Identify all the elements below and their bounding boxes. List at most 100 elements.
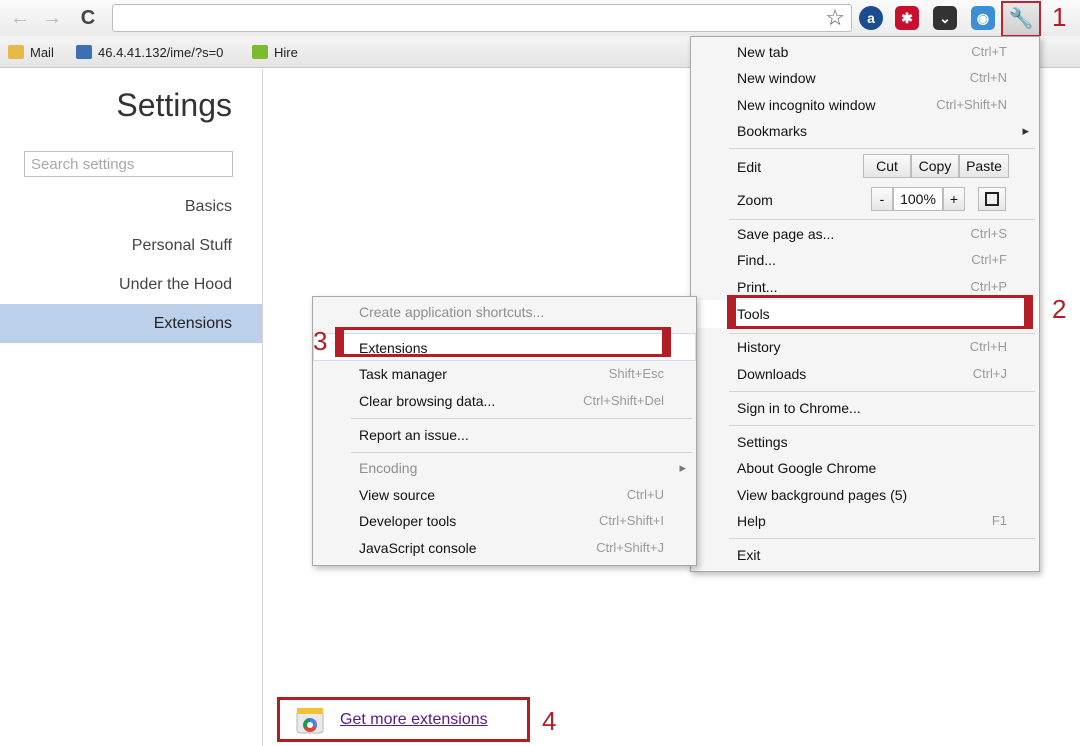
chrome-menu: New tab Ctrl+T New window Ctrl+N New inc…	[690, 36, 1040, 572]
menu-view-source[interactable]: View source Ctrl+U	[313, 482, 696, 508]
search-settings-input[interactable]	[24, 151, 233, 177]
get-more-extensions-link[interactable]: Get more extensions	[340, 711, 488, 729]
wrench-icon: 🔧	[1008, 8, 1034, 30]
menu-background-pages[interactable]: View background pages (5)	[691, 482, 1039, 508]
menu-label: View background pages (5)	[737, 487, 908, 503]
callout-2: 2	[1052, 294, 1067, 324]
menu-save-page-as[interactable]: Save page as... Ctrl+S	[691, 221, 1039, 247]
menu-label: Task manager	[359, 366, 447, 382]
menu-new-incognito-window[interactable]: New incognito window Ctrl+Shift+N	[691, 92, 1039, 118]
menu-about-chrome[interactable]: About Google Chrome	[691, 455, 1039, 481]
bookmark-star-icon[interactable]: ☆	[825, 6, 845, 30]
menu-label: New window	[737, 70, 816, 86]
menu-developer-tools[interactable]: Developer tools Ctrl+Shift+I	[313, 508, 696, 534]
page-title: Settings	[116, 87, 232, 123]
menu-create-app-shortcuts: Create application shortcuts...	[313, 299, 696, 325]
menu-report-issue[interactable]: Report an issue...	[313, 422, 696, 448]
bookmark-hire[interactable]: Hire	[252, 42, 298, 62]
bookmark-label: Mail	[30, 44, 54, 60]
menu-clear-browsing-data[interactable]: Clear browsing data... Ctrl+Shift+Del	[313, 388, 696, 414]
back-icon[interactable]: ←	[8, 6, 32, 30]
tools-highlight-bar-left	[727, 295, 736, 329]
nav-item-basics[interactable]: Basics	[0, 187, 262, 226]
menu-shortcut: Shift+Esc	[608, 366, 664, 381]
menu-edit-row: Edit Cut Copy Paste	[691, 152, 1039, 182]
menu-shortcut: Ctrl+N	[969, 70, 1007, 85]
menu-label: Help	[737, 513, 766, 529]
menu-separator	[729, 538, 1035, 539]
extensions-highlight-bar-right	[662, 327, 671, 357]
nav-item-personal-stuff[interactable]: Personal Stuff	[0, 226, 262, 265]
menu-sign-in[interactable]: Sign in to Chrome...	[691, 395, 1039, 421]
paste-button[interactable]: Paste	[959, 154, 1009, 178]
menu-shortcut: Ctrl+Shift+I	[598, 513, 664, 528]
menu-separator	[351, 452, 692, 453]
zoom-level: 100%	[893, 187, 943, 211]
menu-separator	[351, 418, 692, 419]
fullscreen-icon	[985, 192, 999, 206]
menu-zoom-row: Zoom - 100% +	[691, 185, 1039, 215]
wrench-menu-button[interactable]: 🔧	[1001, 1, 1041, 37]
menu-find[interactable]: Find... Ctrl+F	[691, 247, 1039, 273]
cut-button[interactable]: Cut	[863, 154, 911, 178]
menu-label: New incognito window	[737, 97, 876, 113]
nav-item-under-the-hood[interactable]: Under the Hood	[0, 265, 262, 304]
calendar-icon	[76, 45, 92, 59]
menu-label: History	[737, 339, 781, 355]
zoom-out-button[interactable]: -	[871, 187, 893, 211]
menu-exit[interactable]: Exit	[691, 542, 1039, 568]
bookmark-ime[interactable]: 46.4.41.132/ime/?s=0	[76, 42, 223, 62]
menu-label: Downloads	[737, 366, 807, 382]
settings-sidebar: Settings Basics Personal Stuff Under the…	[0, 69, 263, 746]
menu-separator	[729, 391, 1035, 392]
address-bar[interactable]: ☆	[112, 4, 852, 32]
a-extension-icon[interactable]: a	[859, 6, 883, 30]
extensions-highlight-bar-left	[335, 327, 344, 357]
menu-shortcut: Ctrl+Shift+Del	[583, 393, 664, 408]
menu-shortcut: Ctrl+Shift+N	[936, 97, 1007, 112]
bookmark-label: Hire	[274, 44, 298, 60]
menu-new-tab[interactable]: New tab Ctrl+T	[691, 39, 1039, 65]
menu-javascript-console[interactable]: JavaScript console Ctrl+Shift+J	[313, 535, 696, 561]
menu-shortcut: Ctrl+Shift+J	[596, 540, 664, 555]
menu-label: View source	[359, 487, 436, 503]
menu-shortcut: Ctrl+F	[971, 252, 1007, 267]
pocket-extension-icon[interactable]: ⌄	[933, 6, 957, 30]
menu-label: Save page as...	[737, 226, 835, 242]
menu-label: About Google Chrome	[737, 460, 877, 476]
menu-label: Clear browsing data...	[359, 393, 496, 409]
menu-bookmarks[interactable]: Bookmarks ▸	[691, 118, 1039, 144]
copy-button[interactable]: Copy	[911, 154, 959, 178]
bookmark-label: 46.4.41.132/ime/?s=0	[98, 44, 224, 60]
menu-label: Exit	[737, 547, 761, 563]
zoom-in-button[interactable]: +	[943, 187, 965, 211]
callout-1: 1	[1052, 2, 1067, 32]
bookmark-mail[interactable]: Mail	[8, 42, 54, 62]
menu-shortcut: Ctrl+U	[626, 487, 664, 502]
menu-task-manager[interactable]: Task manager Shift+Esc	[313, 361, 696, 387]
menu-new-window[interactable]: New window Ctrl+N	[691, 65, 1039, 91]
menu-shortcut: Ctrl+J	[972, 366, 1007, 381]
forward-icon[interactable]: →	[40, 6, 64, 30]
menu-shortcut: Ctrl+S	[970, 226, 1007, 241]
menu-label: Zoom	[737, 192, 773, 208]
menu-encoding: Encoding ▸	[313, 455, 696, 481]
menu-label: JavaScript console	[359, 540, 477, 556]
menu-shortcut: F1	[991, 513, 1007, 528]
blue-extension-icon[interactable]: ◉	[971, 6, 995, 30]
menu-help[interactable]: Help F1	[691, 508, 1039, 534]
reload-icon[interactable]: C	[76, 6, 100, 30]
callout-3: 3	[313, 326, 328, 356]
menu-downloads[interactable]: Downloads Ctrl+J	[691, 361, 1039, 387]
menu-separator	[729, 219, 1035, 220]
menu-settings[interactable]: Settings	[691, 429, 1039, 455]
menu-history[interactable]: History Ctrl+H	[691, 334, 1039, 360]
menu-label: Developer tools	[359, 513, 457, 529]
fullscreen-button[interactable]	[978, 187, 1006, 211]
nav-item-extensions[interactable]: Extensions	[0, 304, 262, 343]
lastpass-extension-icon[interactable]: ✱	[895, 6, 919, 30]
browser-toolbar: ← → C ☆ a ✱ ⌄ ◉ 🔧	[0, 0, 1080, 37]
extensions-highlight	[335, 327, 671, 357]
web-store-icon	[294, 703, 328, 737]
menu-label: Sign in to Chrome...	[737, 400, 861, 416]
